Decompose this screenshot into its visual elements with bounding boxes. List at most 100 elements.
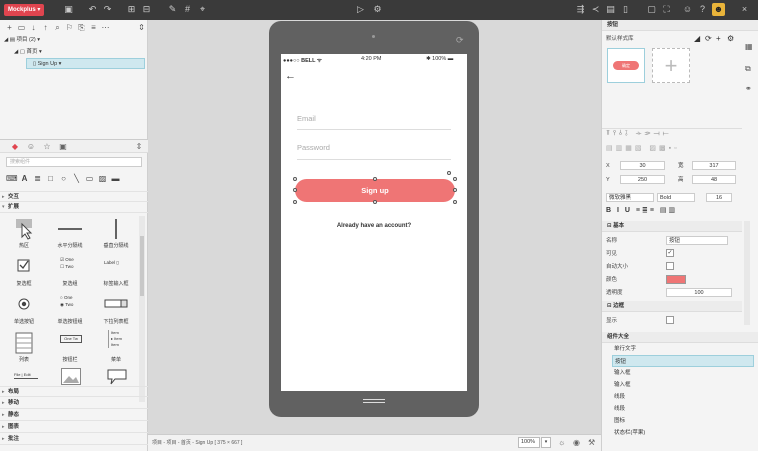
component-checkbox[interactable]: 复选框 xyxy=(2,254,46,290)
opacity-input[interactable]: 100 xyxy=(666,288,732,297)
resize-handle[interactable] xyxy=(293,177,297,181)
circle-shape-icon[interactable]: ○ xyxy=(58,173,69,184)
resize-handle[interactable] xyxy=(293,188,297,192)
component-vertical-divider[interactable]: 垂直分隔线 xyxy=(94,216,138,252)
image-shape-icon[interactable]: ▨ xyxy=(97,173,108,184)
collapse-icon[interactable]: ⇕ xyxy=(136,22,147,33)
y-input[interactable]: 250 xyxy=(620,175,665,184)
account-icon[interactable]: ☻ xyxy=(712,3,725,16)
section-chart[interactable]: ▸ 图表 xyxy=(0,422,148,433)
more-icon[interactable]: ⋯ xyxy=(100,22,111,33)
input-shape-icon[interactable]: ▬ xyxy=(110,173,121,184)
wrench-icon[interactable]: ⚒ xyxy=(588,438,595,447)
align-toolbar[interactable]: ⫪⫯⫰⫱ ⟛⟚⟞⟝ xyxy=(606,130,672,138)
library-collapse-icon[interactable]: ⇕ xyxy=(134,142,144,152)
refresh-icon[interactable]: ⟳ xyxy=(705,33,712,45)
undo-icon[interactable]: ↶ xyxy=(86,3,99,16)
section-layout[interactable]: ▸ 布局 xyxy=(0,386,148,397)
resize-handle[interactable] xyxy=(453,200,457,204)
font-size-input[interactable]: 16 xyxy=(706,193,732,202)
search-page-icon[interactable]: ⌕ xyxy=(52,22,63,33)
component-list-item[interactable]: 线段 xyxy=(612,391,754,403)
component-list-item-selected[interactable]: 按钮 xyxy=(612,355,754,367)
visible-checkbox[interactable]: ✓ xyxy=(666,249,674,257)
callout-icon[interactable] xyxy=(106,369,128,385)
add-style-card[interactable]: + xyxy=(652,48,690,83)
text-shape-icon[interactable]: A xyxy=(19,173,30,184)
component-hotspot[interactable]: 热区 xyxy=(2,216,46,252)
brush-icon[interactable]: ✎ xyxy=(166,3,179,16)
library-search-input[interactable]: 搜索组件 xyxy=(6,157,142,167)
library-scrollbar-thumb[interactable] xyxy=(140,236,144,296)
font-family-select[interactable]: 微软雅黑 xyxy=(606,193,654,202)
zoom-dropdown-icon[interactable]: ▾ xyxy=(541,437,551,448)
move-down-icon[interactable]: ↓ xyxy=(28,22,39,33)
resize-handle[interactable] xyxy=(373,200,377,204)
component-list-item[interactable]: 单行文字 xyxy=(612,343,754,355)
style-settings-icon[interactable]: ⚙ xyxy=(727,33,734,45)
component-radio[interactable]: 单选按钮 xyxy=(2,292,46,328)
section-annotation[interactable]: ▸ 批注 xyxy=(0,434,148,445)
resize-handle[interactable] xyxy=(373,177,377,181)
sun-icon[interactable]: ☼ xyxy=(558,438,565,447)
grid-icon[interactable]: # xyxy=(181,3,194,16)
save-icon[interactable]: ▣ xyxy=(62,3,75,16)
component-list-item[interactable]: 状态栏(苹果) xyxy=(612,427,754,439)
flag-icon[interactable]: ⚐ xyxy=(64,22,75,33)
section-mobile[interactable]: ▸ 移动 xyxy=(0,398,148,409)
button-shape-icon[interactable]: ▭ xyxy=(84,173,95,184)
x-input[interactable]: 30 xyxy=(620,161,665,170)
fullscreen-icon[interactable]: ⛶ xyxy=(660,3,673,16)
rectangle-shape-icon[interactable]: □ xyxy=(45,173,56,184)
section-static[interactable]: ▸ 静态 xyxy=(0,410,148,421)
close-icon[interactable]: × xyxy=(738,3,751,16)
add-style-icon[interactable]: + xyxy=(716,33,721,45)
rotate-handle[interactable] xyxy=(447,171,451,175)
copy-page-icon[interactable]: ⎘ xyxy=(76,22,87,33)
help-icon[interactable]: ? xyxy=(696,3,709,16)
mobile-icon[interactable]: ▯ xyxy=(619,3,632,16)
link-icon[interactable]: ⚭ xyxy=(745,84,752,93)
move-up-icon[interactable]: ↑ xyxy=(40,22,51,33)
export-icon[interactable]: ⇶ xyxy=(574,3,587,16)
library-tab-icons-icon[interactable]: ☺ xyxy=(26,142,36,152)
section-extension[interactable]: ▾ 扩展 xyxy=(0,202,148,213)
color-swatch[interactable] xyxy=(666,275,686,284)
brand-menu-button[interactable]: Mockplus ▾ xyxy=(4,4,45,16)
style-library-dropdown-icon[interactable]: ◢ xyxy=(694,33,700,45)
list-icon[interactable]: ≡ xyxy=(88,22,99,33)
border-header[interactable]: ⊟ 边框 xyxy=(602,301,742,312)
component-list-item[interactable]: 图标 xyxy=(612,415,754,427)
library-tab-images-icon[interactable]: ▣ xyxy=(58,142,68,152)
component-label-input[interactable]: Label ▯ 标签输入框 xyxy=(94,254,138,290)
show-border-checkbox[interactable] xyxy=(666,316,674,324)
folder-icon[interactable]: ▭ xyxy=(16,22,27,33)
group-icon[interactable]: ⊞ xyxy=(125,3,138,16)
design-canvas[interactable]: ⟳ ●●●○○ BELL ᯤ 4:20 PM ✱ 100% ▬ ← Email … xyxy=(148,20,601,434)
component-checkbox-group[interactable]: ☑ One ☐ Two 复选组 xyxy=(48,254,92,290)
basic-header[interactable]: ⊟ 基本 xyxy=(602,221,742,232)
component-list-item[interactable]: 线段 xyxy=(612,403,754,415)
component-list[interactable]: 列表 xyxy=(2,330,46,366)
already-have-account-link[interactable]: Already have an account? xyxy=(281,223,467,229)
paragraph-shape-icon[interactable]: ≣ xyxy=(32,173,43,184)
email-field[interactable]: Email xyxy=(297,114,316,123)
panel-icon[interactable]: ▦ xyxy=(745,42,753,51)
panel-icon[interactable]: ⧉ xyxy=(745,64,751,74)
library-tab-components-icon[interactable]: ◆ xyxy=(10,142,20,152)
autosize-checkbox[interactable] xyxy=(666,262,674,270)
width-input[interactable]: 317 xyxy=(692,161,736,170)
resize-handle[interactable] xyxy=(453,188,457,192)
zoom-select[interactable]: 100% xyxy=(518,437,540,448)
component-button-bar[interactable]: One Tw 按钮栏 xyxy=(48,330,92,366)
play-icon[interactable]: ▷ xyxy=(354,3,367,16)
library-scrollbar[interactable] xyxy=(139,216,145,402)
window-icon[interactable]: ▢ xyxy=(645,3,658,16)
style-card-selected[interactable]: 确定 xyxy=(607,48,645,83)
back-arrow-icon[interactable]: ← xyxy=(285,70,296,82)
library-tab-favorites-icon[interactable]: ☆ xyxy=(42,142,52,152)
tree-project[interactable]: ◢ ▤ 项目 (2) ▾ xyxy=(4,35,40,46)
name-input[interactable]: 按钮 xyxy=(666,236,728,245)
preview-icon[interactable]: ▤ xyxy=(604,3,617,16)
text-format-toolbar[interactable]: B I U ≡≣≡ ▤▥ xyxy=(606,206,677,214)
